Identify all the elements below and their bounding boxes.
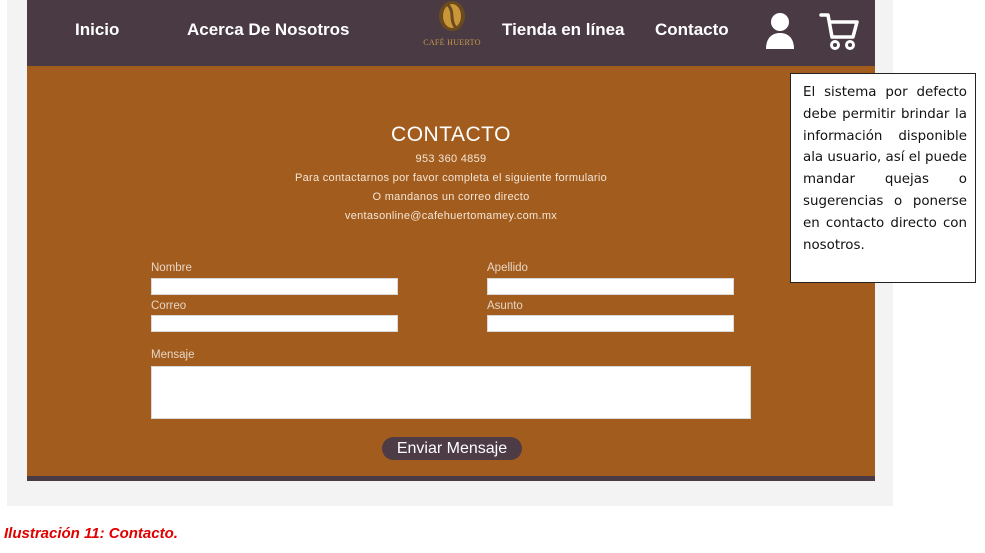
apellido-input[interactable] (487, 278, 734, 295)
website: Inicio Acerca De Nosotros CAFÉ HUERTO Ti… (27, 0, 875, 481)
logo[interactable]: CAFÉ HUERTO (415, 0, 489, 60)
nav-store-link[interactable]: Tienda en línea (502, 20, 625, 40)
nav-home-link[interactable]: Inicio (75, 20, 119, 40)
asunto-label: Asunto (487, 300, 523, 312)
contact-email[interactable]: ventasonline@cafehuertomamey.com.mx (27, 210, 875, 222)
apellido-label: Apellido (487, 262, 528, 274)
correo-input[interactable] (151, 315, 398, 332)
page-title: CONTACTO (391, 123, 511, 146)
correo-label: Correo (151, 300, 187, 312)
navbar: Inicio Acerca De Nosotros CAFÉ HUERTO Ti… (27, 0, 875, 66)
asunto-input[interactable] (487, 315, 734, 332)
send-message-button[interactable]: Enviar Mensaje (382, 437, 522, 460)
screenshot-frame: Inicio Acerca De Nosotros CAFÉ HUERTO Ti… (7, 0, 893, 506)
nombre-input[interactable] (151, 278, 398, 295)
annotation-note: El sistema por defecto debe permitir bri… (790, 73, 976, 283)
mensaje-label: Mensaje (151, 349, 195, 361)
figure-caption: Ilustración 11: Contacto. (4, 525, 178, 542)
mensaje-textarea[interactable] (151, 366, 751, 419)
contact-direct-mail-text: O mandanos un correo directo (372, 191, 530, 203)
nav-contact-link[interactable]: Contacto (655, 20, 729, 40)
nombre-label: Nombre (151, 262, 192, 274)
footer-bar (27, 476, 875, 481)
contact-phone: 953 360 4859 (415, 153, 487, 165)
contact-instructions: Para contactarnos por favor completa el … (294, 172, 608, 184)
cart-icon[interactable] (819, 11, 861, 51)
nav-about-link[interactable]: Acerca De Nosotros (187, 20, 350, 40)
logo-text: CAFÉ HUERTO (423, 38, 481, 47)
user-icon[interactable] (764, 12, 796, 50)
coffee-bean-icon (439, 1, 465, 31)
